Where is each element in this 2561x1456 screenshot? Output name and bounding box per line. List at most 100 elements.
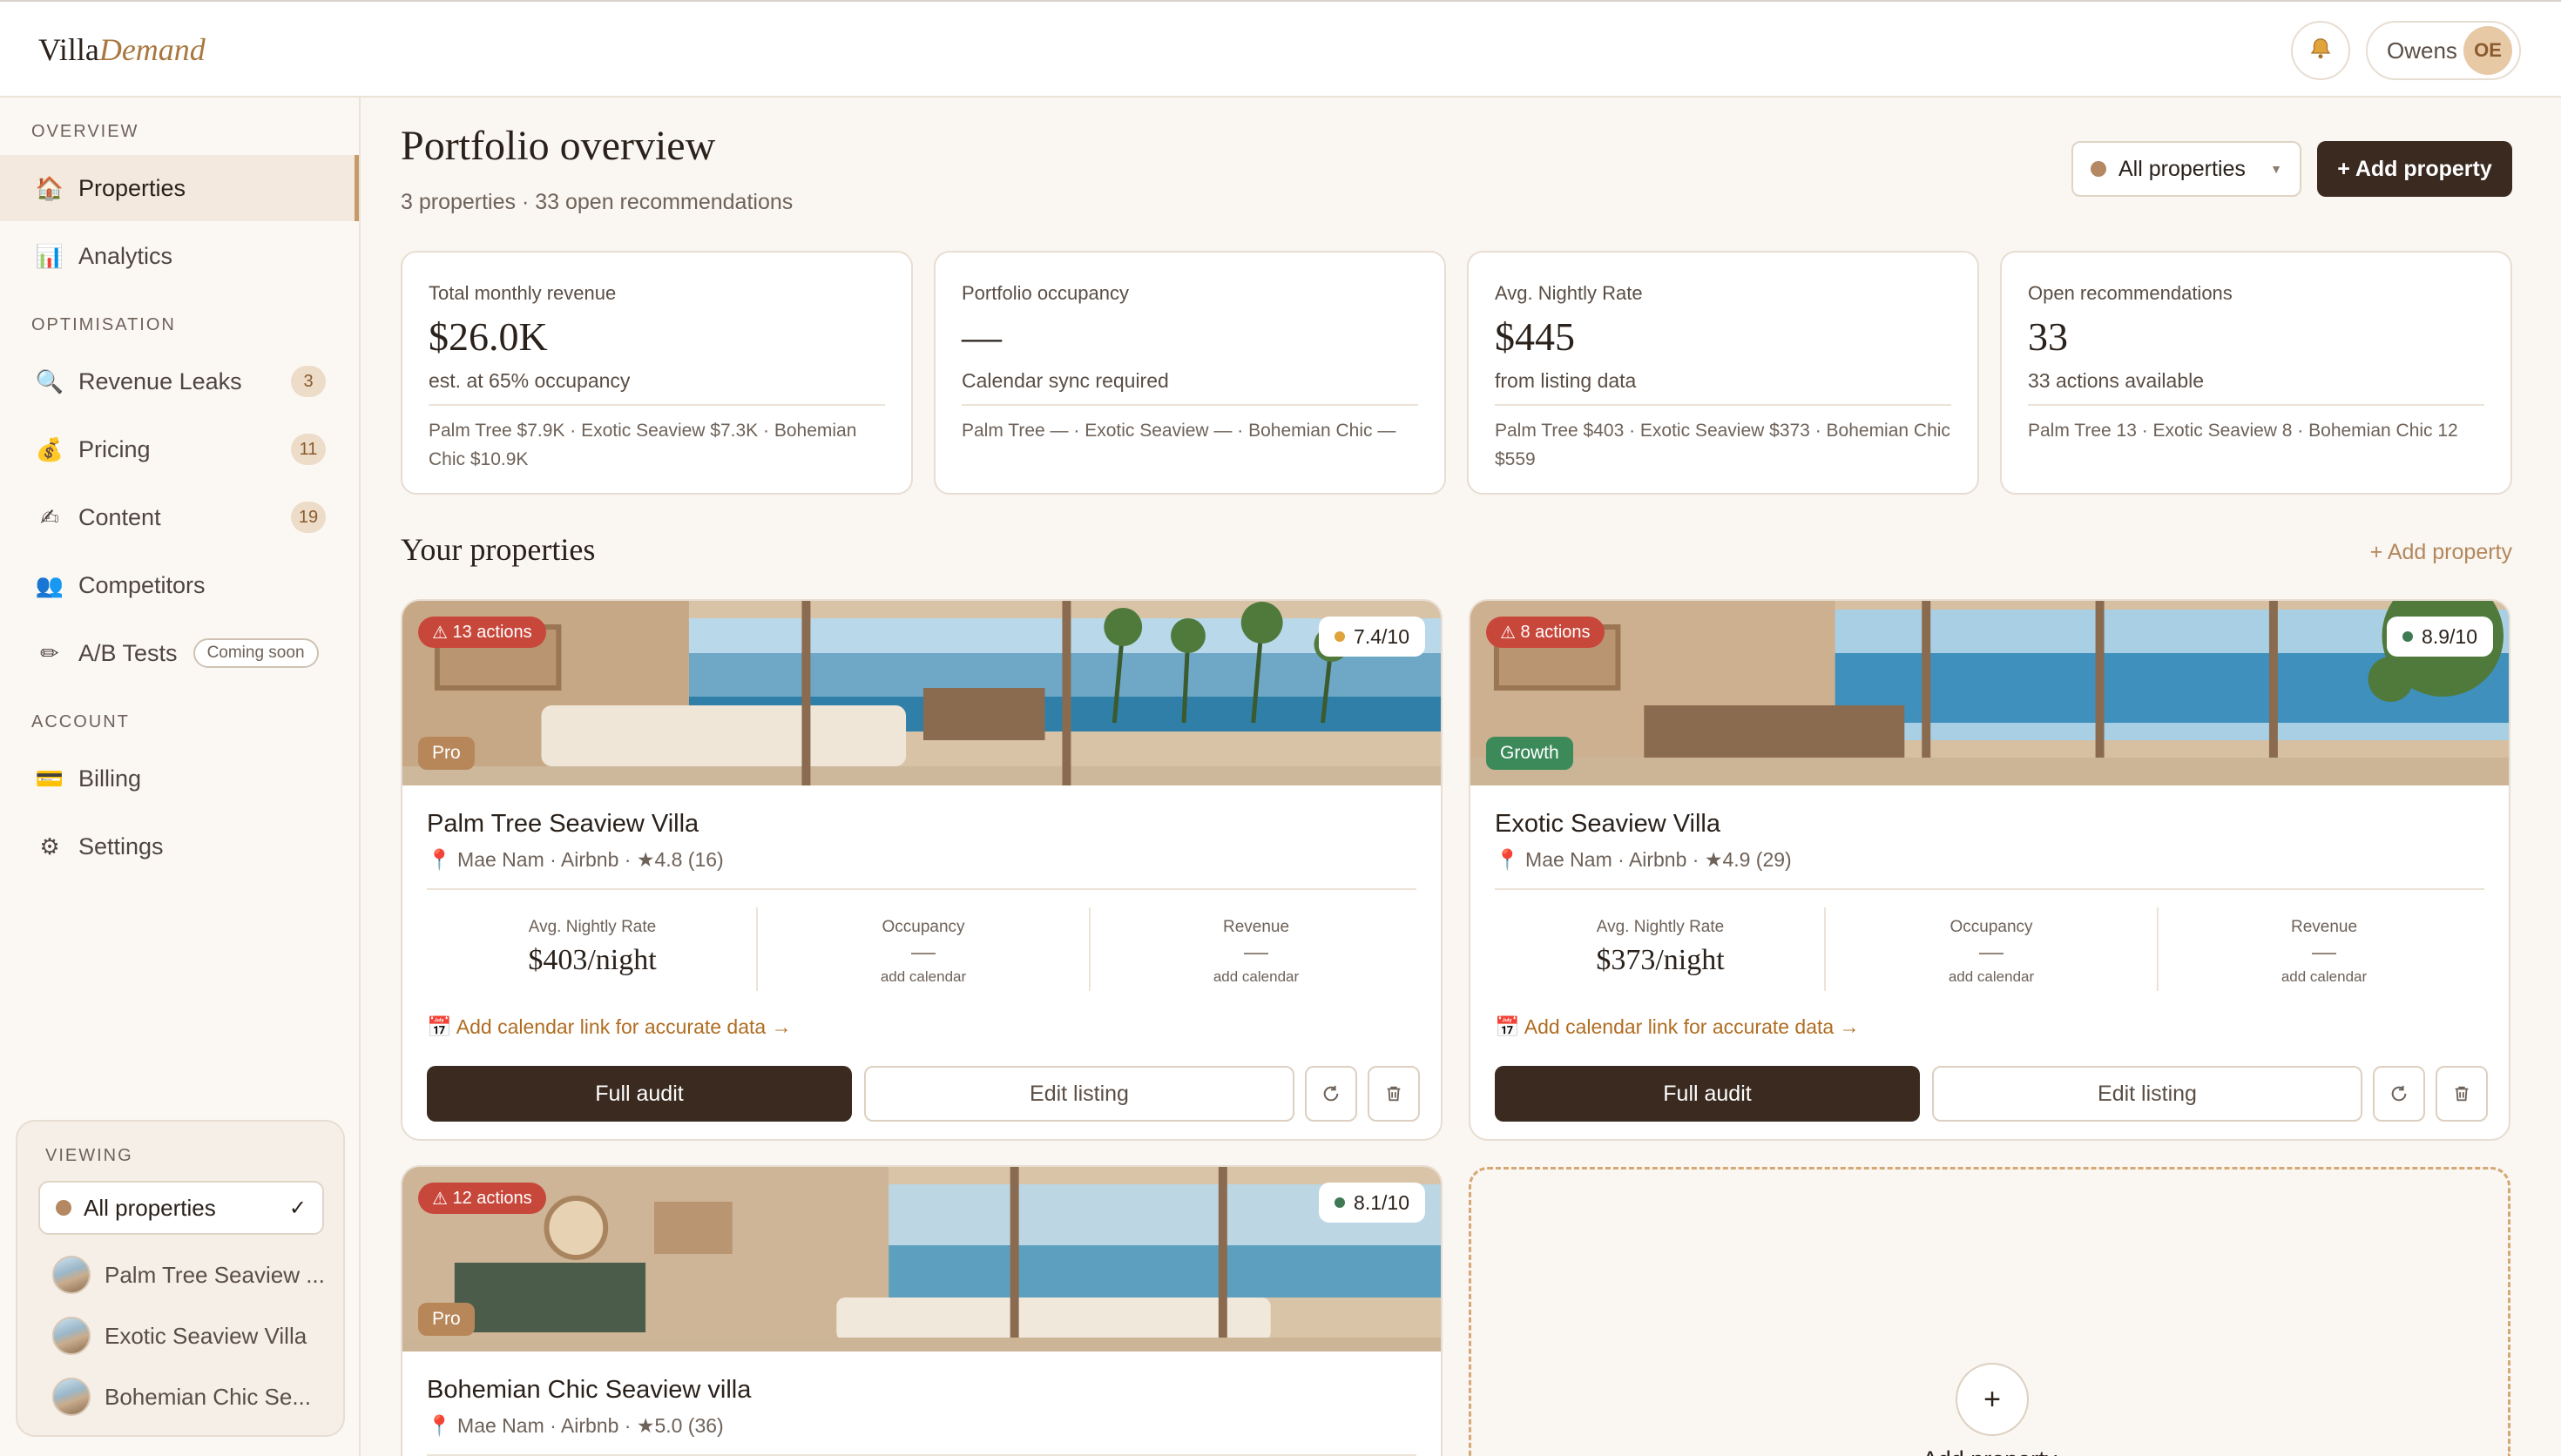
sidebar-item-label: Revenue Leaks xyxy=(78,367,242,394)
metric-hint: add calendar xyxy=(1213,968,1300,985)
property-card: ⚠ 13 actions 7.4/10 Pro Palm Tree Seavie… xyxy=(401,599,1443,1141)
money-bag-icon: 💰 xyxy=(35,435,64,462)
pen-icon: ✍ xyxy=(40,503,59,530)
property-meta-text: Mae Nam · Airbnb · ★5.0 (36) xyxy=(457,1414,724,1437)
plus-icon[interactable]: + xyxy=(1956,1363,2029,1436)
property-meta: 📍 Mae Nam · Airbnb · ★5.0 (36) xyxy=(427,1414,724,1438)
score-badge: 8.9/10 xyxy=(2387,617,2493,657)
top-bar: VillaDemand Owens OE xyxy=(0,0,2561,98)
stat-sub: Calendar sync required xyxy=(962,369,1169,392)
sidebar-item-billing[interactable]: 💳 Billing xyxy=(0,745,359,812)
property-meta-text: Mae Nam · Airbnb · ★4.8 (16) xyxy=(457,848,724,871)
property-filter-dropdown[interactable]: All properties ▼ xyxy=(2071,141,2301,197)
stat-breakdown: Palm Tree $403 · Exotic Seaview $373 · B… xyxy=(1495,421,1950,469)
score-dot xyxy=(2402,631,2414,642)
metric-revenue: Revenue — add calendar xyxy=(2159,906,2490,993)
stat-breakdown: Palm Tree 13 · Exotic Seaview 8 · Bohemi… xyxy=(2028,421,2458,441)
property-name[interactable]: Palm Tree Seaview Villa xyxy=(427,810,699,839)
trash-icon xyxy=(1387,1086,1401,1102)
add-calendar-link[interactable]: 📅 Add calendar link for accurate data → xyxy=(427,1015,792,1039)
sidebar-item-settings[interactable]: ⚙ Settings xyxy=(0,813,359,880)
score-value: 8.9/10 xyxy=(2422,624,2477,648)
viewing-item[interactable]: Bohemian Chic Se... xyxy=(52,1372,331,1421)
metric-label: Avg. Nightly Rate xyxy=(528,918,657,936)
edit-listing-button[interactable]: Edit listing xyxy=(864,1066,1294,1122)
sidebar-item-label: Settings xyxy=(78,832,164,859)
user-menu-button[interactable]: Owens OE xyxy=(2366,21,2521,80)
metric-rate: Avg. Nightly Rate $373/night xyxy=(1495,906,1826,993)
page-subtitle: 3 properties · 33 open recommendations xyxy=(401,190,794,214)
sidebar-item-pricing[interactable]: 💰 Pricing 11 xyxy=(0,416,359,482)
viewing-item-label: Exotic Seaview Villa xyxy=(105,1322,307,1349)
add-property-link[interactable]: + Add property xyxy=(2370,540,2512,565)
pin-icon: 📍 xyxy=(427,1414,452,1437)
bar-chart-icon: 📊 xyxy=(35,242,64,269)
stat-value: $26.0K xyxy=(429,314,548,359)
section-label-optimisation: OPTIMISATION xyxy=(31,315,176,334)
card-icon: 💳 xyxy=(35,765,64,792)
stat-sub: est. at 65% occupancy xyxy=(429,369,631,392)
viewing-item[interactable]: Palm Tree Seaview ... xyxy=(52,1250,331,1299)
stat-breakdown: Palm Tree — · Exotic Seaview — · Bohemia… xyxy=(962,421,1396,441)
metric-value: — xyxy=(1979,938,2004,965)
pin-icon: 📍 xyxy=(427,848,452,871)
metric-hint: add calendar xyxy=(880,968,967,985)
metric-label: Revenue xyxy=(2290,918,2358,936)
notifications-button[interactable] xyxy=(2291,21,2350,80)
refresh-button[interactable] xyxy=(2373,1066,2425,1122)
sidebar-item-label: Pricing xyxy=(78,435,151,462)
divider xyxy=(2028,404,2484,406)
actions-label: 8 actions xyxy=(1520,622,1591,642)
edit-listing-button[interactable]: Edit listing xyxy=(1932,1066,2362,1122)
property-photo xyxy=(402,601,1441,785)
metric-occupancy: Occupancy — add calendar xyxy=(758,906,1089,993)
add-property-card-label: Add property xyxy=(1471,1446,2508,1456)
sidebar-item-competitors[interactable]: 👥 Competitors xyxy=(0,552,359,618)
metric-value: $403/night xyxy=(528,944,657,976)
actions-badge: ⚠ 12 actions xyxy=(418,1183,546,1214)
sidebar-item-ab-tests[interactable]: ✏ A/B Tests Coming soon xyxy=(0,620,359,686)
stat-title: Open recommendations xyxy=(2028,282,2233,304)
page-title: Portfolio overview xyxy=(401,123,716,169)
gear-icon: ⚙ xyxy=(39,832,60,859)
property-name[interactable]: Bohemian Chic Seaview villa xyxy=(427,1376,751,1405)
trash-icon xyxy=(2455,1086,2469,1102)
sidebar-item-revenue-leaks[interactable]: 🔍 Revenue Leaks 3 xyxy=(0,348,359,415)
magnifier-icon: 🔍 xyxy=(35,367,64,394)
stat-value: 33 xyxy=(2028,314,2068,359)
tier-badge: Pro xyxy=(418,1303,475,1336)
add-calendar-link[interactable]: 📅 Add calendar link for accurate data → xyxy=(1495,1015,1860,1039)
property-thumbnail xyxy=(52,1378,91,1416)
full-audit-button[interactable]: Full audit xyxy=(427,1066,852,1122)
sidebar-item-properties[interactable]: 🏠 Properties xyxy=(0,155,359,221)
delete-button[interactable] xyxy=(1368,1066,1420,1122)
actions-label: 12 actions xyxy=(452,1188,532,1208)
bell-icon xyxy=(2308,36,2334,66)
viewing-item[interactable]: Exotic Seaview Villa xyxy=(52,1311,331,1360)
metric-label: Occupancy xyxy=(882,918,965,936)
filter-label: All properties xyxy=(2118,156,2246,181)
property-meta: 📍 Mae Nam · Airbnb · ★4.8 (16) xyxy=(427,848,724,872)
score-value: 8.1/10 xyxy=(1354,1190,1409,1214)
refresh-button[interactable] xyxy=(1305,1066,1357,1122)
logo[interactable]: VillaDemand xyxy=(38,31,206,68)
tier-badge: Pro xyxy=(418,737,475,770)
add-calendar-link-label: Add calendar link for accurate data → xyxy=(456,1015,792,1038)
count-badge: 11 xyxy=(291,434,326,465)
sidebar-item-content[interactable]: ✍ Content 19 xyxy=(0,484,359,550)
house-icon: 🏠 xyxy=(35,174,64,201)
user-name: Owens xyxy=(2387,37,2457,64)
viewing-all-properties[interactable]: All properties ✓ xyxy=(38,1181,324,1235)
status-dot xyxy=(2091,161,2106,177)
metric-hint: add calendar xyxy=(2281,968,2368,985)
add-property-card[interactable]: + Add property xyxy=(1469,1167,2510,1456)
delete-button[interactable] xyxy=(2436,1066,2488,1122)
sidebar-item-analytics[interactable]: 📊 Analytics xyxy=(0,223,359,289)
viewing-item-label: Palm Tree Seaview ... xyxy=(105,1261,325,1288)
actions-badge: ⚠ 13 actions xyxy=(418,617,546,648)
refresh-icon xyxy=(1323,1085,1339,1102)
add-property-button[interactable]: + Add property xyxy=(2317,141,2512,197)
property-name[interactable]: Exotic Seaview Villa xyxy=(1495,810,1720,839)
full-audit-button[interactable]: Full audit xyxy=(1495,1066,1920,1122)
score-value: 7.4/10 xyxy=(1354,624,1409,648)
